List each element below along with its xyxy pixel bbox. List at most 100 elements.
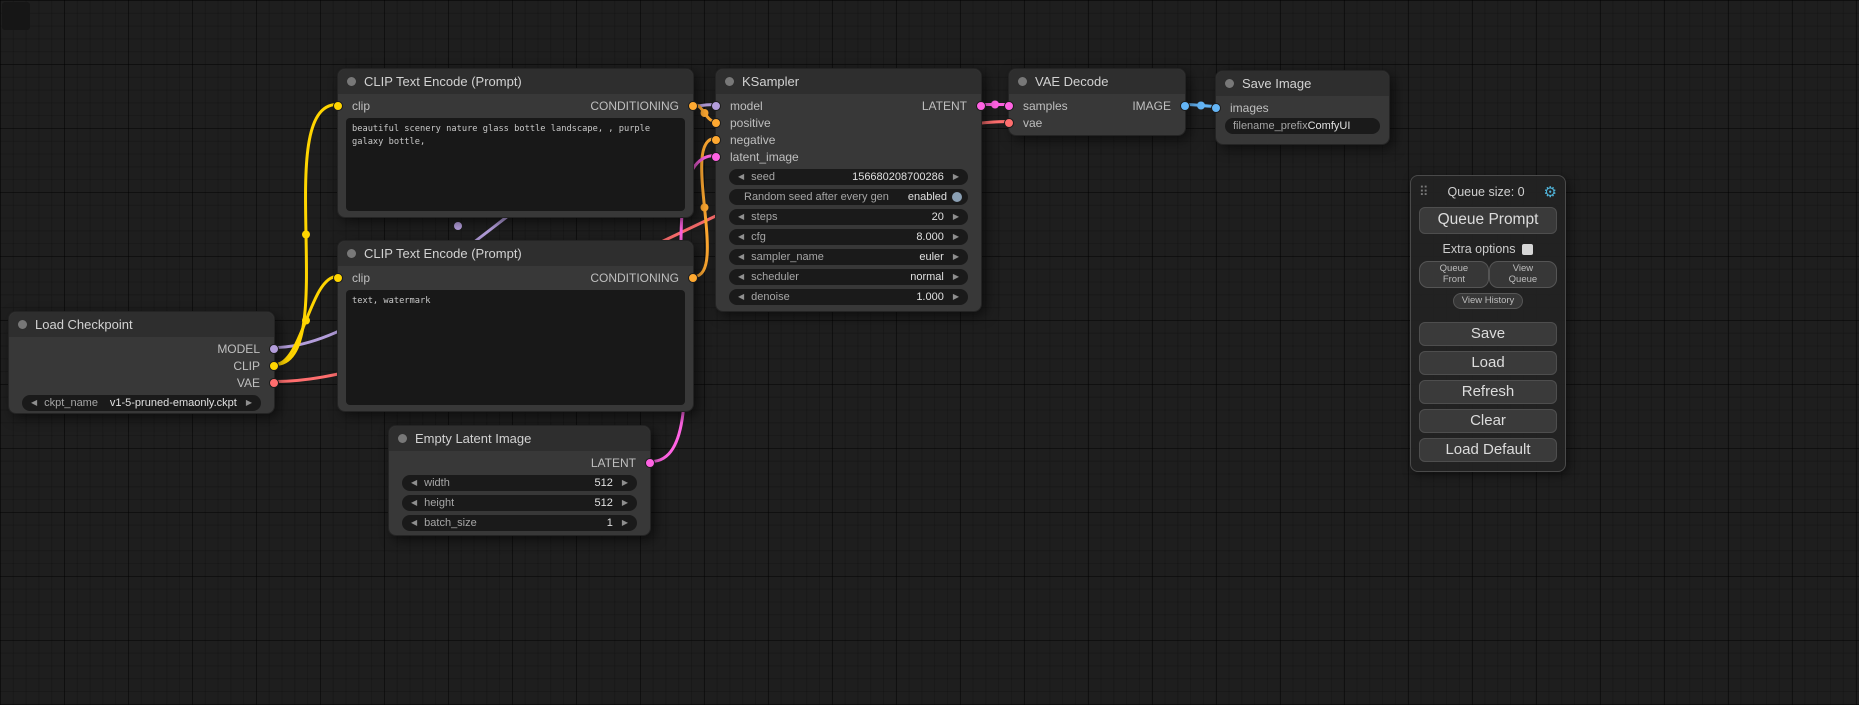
filename-prefix-widget[interactable]: filename_prefix ComfyUI	[1225, 118, 1380, 134]
increment-arrow-icon[interactable]: ▶	[242, 395, 256, 411]
queue-front-button[interactable]: Queue Front	[1419, 261, 1489, 288]
load-button[interactable]: Load	[1419, 351, 1557, 375]
height-widget[interactable]: ◀ height 512 ▶	[402, 495, 637, 511]
scheduler-widget[interactable]: ◀ scheduler normal ▶	[729, 269, 968, 285]
increment-arrow-icon[interactable]: ▶	[618, 495, 632, 511]
widget-label: height	[424, 497, 454, 509]
decrement-arrow-icon[interactable]: ◀	[27, 395, 41, 411]
view-queue-button[interactable]: View Queue	[1489, 261, 1557, 288]
node-save-image[interactable]: Save Image images filename_prefix ComfyU…	[1215, 70, 1390, 145]
increment-arrow-icon[interactable]: ▶	[618, 515, 632, 531]
node-collapse-dot-icon[interactable]	[398, 434, 407, 443]
model-input-port[interactable]	[711, 101, 721, 111]
increment-arrow-icon[interactable]: ▶	[949, 249, 963, 265]
decrement-arrow-icon[interactable]: ◀	[734, 209, 748, 225]
node-collapse-dot-icon[interactable]	[725, 77, 734, 86]
width-widget[interactable]: ◀ width 512 ▶	[402, 475, 637, 491]
input-label: positive	[730, 116, 771, 130]
link-midpoint-dot	[1197, 102, 1205, 110]
load-default-button[interactable]: Load Default	[1419, 438, 1557, 462]
refresh-button[interactable]: Refresh	[1419, 380, 1557, 404]
decrement-arrow-icon[interactable]: ◀	[734, 229, 748, 245]
node-collapse-dot-icon[interactable]	[347, 77, 356, 86]
increment-arrow-icon[interactable]: ▶	[618, 475, 632, 491]
save-button[interactable]: Save	[1419, 322, 1557, 346]
decrement-arrow-icon[interactable]: ◀	[734, 169, 748, 185]
node-title-bar[interactable]: Load Checkpoint	[9, 312, 274, 337]
decrement-arrow-icon[interactable]: ◀	[734, 289, 748, 305]
conditioning-output-port[interactable]	[688, 101, 698, 111]
node-graph-canvas[interactable]: Load Checkpoint MODEL CLIP VAE ◀ ckpt_na…	[0, 0, 1859, 705]
node-collapse-dot-icon[interactable]	[18, 320, 27, 329]
conditioning-output-port[interactable]	[688, 273, 698, 283]
increment-arrow-icon[interactable]: ▶	[949, 169, 963, 185]
node-title: KSampler	[742, 74, 799, 89]
node-title: Empty Latent Image	[415, 431, 531, 446]
images-input-port[interactable]	[1211, 103, 1221, 113]
decrement-arrow-icon[interactable]: ◀	[407, 475, 421, 491]
settings-gear-icon[interactable]: ⚙	[1544, 183, 1557, 201]
negative-input-port[interactable]	[711, 135, 721, 145]
latent-output-port[interactable]	[645, 458, 655, 468]
steps-widget[interactable]: ◀ steps 20 ▶	[729, 209, 968, 225]
input-label: vae	[1023, 116, 1042, 130]
widget-value: euler	[919, 251, 943, 263]
latent-output-port[interactable]	[976, 101, 986, 111]
clip-output-port[interactable]	[269, 361, 279, 371]
increment-arrow-icon[interactable]: ▶	[949, 229, 963, 245]
io-row: clip CONDITIONING	[338, 97, 693, 114]
widget-value: 156680208700286	[852, 171, 944, 183]
node-load-checkpoint[interactable]: Load Checkpoint MODEL CLIP VAE ◀ ckpt_na…	[8, 311, 275, 414]
decrement-arrow-icon[interactable]: ◀	[734, 269, 748, 285]
link-midpoint-dot	[701, 204, 709, 212]
decrement-arrow-icon[interactable]: ◀	[407, 515, 421, 531]
sampler-name-widget[interactable]: ◀ sampler_name euler ▶	[729, 249, 968, 265]
node-collapse-dot-icon[interactable]	[1225, 79, 1234, 88]
increment-arrow-icon[interactable]: ▶	[949, 289, 963, 305]
node-title-bar[interactable]: KSampler	[716, 69, 981, 94]
node-collapse-dot-icon[interactable]	[347, 249, 356, 258]
node-ksampler[interactable]: KSampler model LATENT positive negative …	[715, 68, 982, 312]
extra-options-checkbox[interactable]	[1522, 244, 1533, 255]
clip-input-port[interactable]	[333, 101, 343, 111]
node-clip-text-encode-negative[interactable]: CLIP Text Encode (Prompt) clip CONDITION…	[337, 240, 694, 412]
model-output-port[interactable]	[269, 344, 279, 354]
increment-arrow-icon[interactable]: ▶	[949, 209, 963, 225]
widget-value: normal	[910, 271, 944, 283]
vae-input-port[interactable]	[1004, 118, 1014, 128]
image-output-port[interactable]	[1180, 101, 1190, 111]
node-clip-text-encode-positive[interactable]: CLIP Text Encode (Prompt) clip CONDITION…	[337, 68, 694, 218]
node-title-bar[interactable]: CLIP Text Encode (Prompt)	[338, 69, 693, 94]
node-title-bar[interactable]: CLIP Text Encode (Prompt)	[338, 241, 693, 266]
seed-widget[interactable]: ◀ seed 156680208700286 ▶	[729, 169, 968, 185]
decrement-arrow-icon[interactable]: ◀	[734, 249, 748, 265]
queue-prompt-button[interactable]: Queue Prompt	[1419, 207, 1557, 234]
prompt-textarea[interactable]: text, watermark	[346, 290, 685, 405]
increment-arrow-icon[interactable]: ▶	[949, 269, 963, 285]
node-title-bar[interactable]: VAE Decode	[1009, 69, 1185, 94]
cfg-widget[interactable]: ◀ cfg 8.000 ▶	[729, 229, 968, 245]
link-midpoint-dot	[701, 109, 709, 117]
drag-handle-icon[interactable]: ⠿	[1419, 184, 1429, 200]
widget-label: ckpt_name	[44, 397, 98, 409]
node-collapse-dot-icon[interactable]	[1018, 77, 1027, 86]
view-history-button[interactable]: View History	[1453, 293, 1524, 309]
random-seed-toggle-widget[interactable]: Random seed after every gen enabled	[729, 189, 968, 205]
node-title-bar[interactable]: Save Image	[1216, 71, 1389, 96]
latent-image-input-port[interactable]	[711, 152, 721, 162]
positive-input-port[interactable]	[711, 118, 721, 128]
clear-button[interactable]: Clear	[1419, 409, 1557, 433]
decrement-arrow-icon[interactable]: ◀	[407, 495, 421, 511]
denoise-widget[interactable]: ◀ denoise 1.000 ▶	[729, 289, 968, 305]
ckpt-name-widget[interactable]: ◀ ckpt_name v1-5-pruned-emaonly.ckpt ▶	[22, 395, 261, 411]
vae-output-port[interactable]	[269, 378, 279, 388]
output-row-vae: VAE	[9, 374, 274, 391]
node-title-bar[interactable]: Empty Latent Image	[389, 426, 650, 451]
prompt-textarea[interactable]: beautiful scenery nature glass bottle la…	[346, 118, 685, 211]
node-vae-decode[interactable]: VAE Decode samples IMAGE vae	[1008, 68, 1186, 136]
toggle-knob-icon[interactable]	[952, 192, 962, 202]
samples-input-port[interactable]	[1004, 101, 1014, 111]
node-empty-latent-image[interactable]: Empty Latent Image LATENT ◀ width 512 ▶ …	[388, 425, 651, 536]
clip-input-port[interactable]	[333, 273, 343, 283]
batch-size-widget[interactable]: ◀ batch_size 1 ▶	[402, 515, 637, 531]
